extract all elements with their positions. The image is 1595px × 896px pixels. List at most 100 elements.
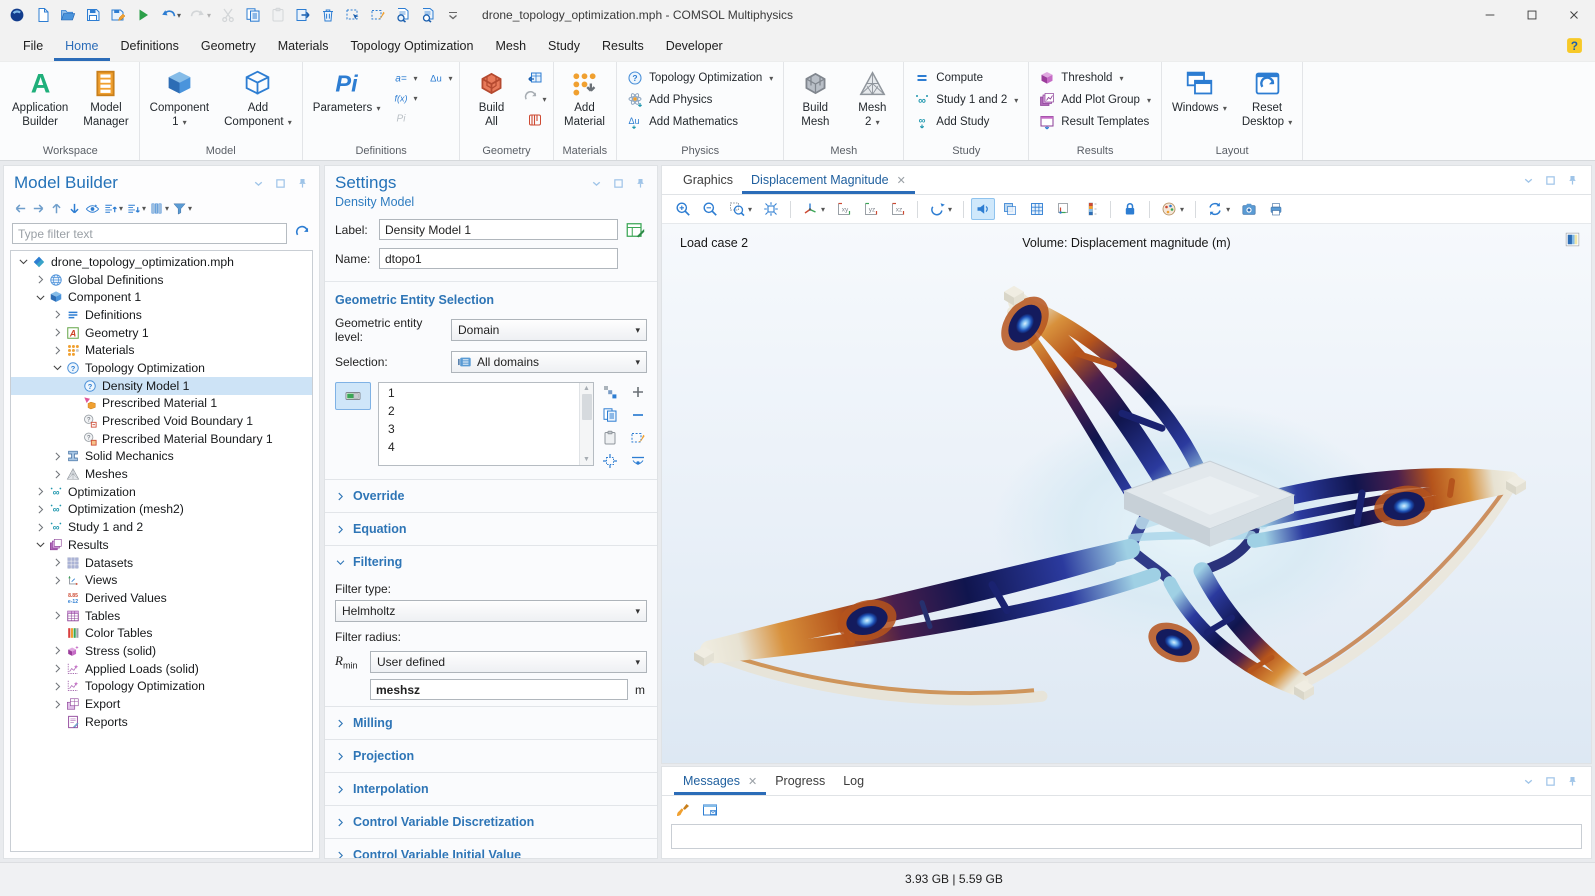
tree-item-geometry-1[interactable]: AGeometry 1: [11, 324, 312, 342]
tree-item-results[interactable]: Results: [11, 536, 312, 554]
a-eq-button[interactable]: a=▾: [392, 70, 417, 86]
show-axes-button[interactable]: [1052, 198, 1076, 220]
tree-item-drone-topology-optimization-mph[interactable]: drone_topology_optimization.mph: [11, 253, 312, 271]
menu-tab-file[interactable]: File: [12, 32, 54, 61]
new-file-button[interactable]: [31, 3, 55, 27]
domain-list-scrollbar[interactable]: ▲ ▼: [579, 383, 593, 465]
add-physics-button[interactable]: Add Physics: [622, 90, 778, 110]
update-plot-button[interactable]: ▾: [1203, 198, 1234, 220]
graphics-tab-displacement-magnitude[interactable]: Displacement Magnitude✕: [742, 167, 915, 194]
sel-clear-button[interactable]: [629, 430, 647, 446]
messages-tab-log[interactable]: Log: [834, 768, 873, 795]
close-button[interactable]: [1553, 0, 1595, 30]
section-projection[interactable]: Projection: [325, 739, 657, 772]
tree-item-derived-values[interactable]: 8.85e-12Derived Values: [11, 589, 312, 607]
plot-settings-icon[interactable]: [1564, 231, 1581, 248]
section-milling[interactable]: Milling: [325, 706, 657, 739]
tree-expand-icon[interactable]: [34, 521, 47, 534]
tree-collapse-icon[interactable]: [34, 538, 47, 551]
sel-zoomto-button[interactable]: [601, 453, 619, 469]
save-button[interactable]: [81, 3, 105, 27]
virtual-ops-button[interactable]: [527, 112, 543, 128]
paste-button[interactable]: [266, 3, 290, 27]
zoom-in-button[interactable]: [671, 198, 695, 220]
save-as-button[interactable]: [106, 3, 130, 27]
tree-expand-icon[interactable]: [34, 273, 47, 286]
clear-marquee-button[interactable]: [366, 3, 390, 27]
domain-list-item[interactable]: 3: [379, 421, 579, 439]
graphics-tab-graphics[interactable]: Graphics: [674, 167, 742, 194]
selection-dropdown[interactable]: All domains ▾: [451, 351, 647, 373]
model-manager-button[interactable]: ModelManager: [76, 64, 135, 145]
component-1-button[interactable]: Component1 ▾: [143, 64, 216, 145]
more-chevron-button[interactable]: [441, 3, 465, 27]
rename-icon[interactable]: [625, 220, 647, 240]
redo-button[interactable]: ▾: [186, 3, 215, 27]
find-button[interactable]: [391, 3, 415, 27]
tree-item-optimization[interactable]: ∞Optimization: [11, 483, 312, 501]
import-geometry-button[interactable]: [527, 70, 543, 86]
mail-table-button[interactable]: [701, 801, 719, 819]
delete-button[interactable]: [316, 3, 340, 27]
study-1-and-2-button[interactable]: ∞Study 1 and 2▾: [909, 90, 1023, 110]
menu-tab-materials[interactable]: Materials: [267, 32, 340, 61]
tree-expand-icon[interactable]: [51, 556, 64, 569]
sel-new-button[interactable]: [601, 384, 619, 400]
move-down-button[interactable]: [66, 200, 83, 217]
add-material-button[interactable]: AddMaterial: [557, 64, 613, 145]
menu-tab-mesh[interactable]: Mesh: [484, 32, 537, 61]
refresh-icon[interactable]: [294, 225, 311, 242]
tree-item-color-tables[interactable]: Color Tables: [11, 624, 312, 642]
scroll-thumb[interactable]: [582, 394, 592, 420]
menu-tab-topology-optimization[interactable]: Topology Optimization: [339, 32, 484, 61]
result-templates-button[interactable]: Result Templates: [1034, 112, 1156, 132]
nav-forward-button[interactable]: [30, 200, 47, 217]
float-panel-icon[interactable]: [1544, 775, 1557, 788]
menu-tab-geometry[interactable]: Geometry: [190, 32, 267, 61]
view-xy-button[interactable]: xy: [832, 198, 856, 220]
tree-item-export[interactable]: Export: [11, 695, 312, 713]
move-up-button[interactable]: [48, 200, 65, 217]
f-x-button[interactable]: f(x)▾: [392, 90, 417, 106]
tree-item-prescribed-material-boundary-1[interactable]: ?Prescribed Material Boundary 1: [11, 430, 312, 448]
add-plot-group-button[interactable]: Add Plot Group▾: [1034, 90, 1156, 110]
section-control-variable-initial-value[interactable]: Control Variable Initial Value: [325, 838, 657, 858]
color-legend-button[interactable]: [1079, 198, 1103, 220]
view-yz-button[interactable]: yz: [859, 198, 883, 220]
cut-button[interactable]: [216, 3, 240, 27]
sel-remove-button[interactable]: [629, 407, 647, 423]
tree-item-stress-solid[interactable]: Stress (solid): [11, 642, 312, 660]
help-icon[interactable]: ?: [1566, 37, 1583, 54]
show-hide-button[interactable]: [84, 200, 101, 217]
tree-item-study-1-and-2[interactable]: ∞Study 1 and 2: [11, 518, 312, 536]
panel-menu-icon[interactable]: [252, 177, 265, 190]
undo-button[interactable]: ▾: [156, 3, 185, 27]
pin-panel-icon[interactable]: [634, 177, 647, 190]
column-settings-button[interactable]: ▾: [148, 200, 170, 217]
tree-expand-icon[interactable]: [51, 698, 64, 711]
menu-tab-home[interactable]: Home: [54, 32, 109, 61]
expand-all-button[interactable]: ▾: [125, 200, 147, 217]
tree-item-definitions[interactable]: Definitions: [11, 306, 312, 324]
parameters-button[interactable]: PiParameters ▾: [306, 64, 388, 145]
tree-item-tables[interactable]: Tables: [11, 607, 312, 625]
entity-level-dropdown[interactable]: Domain ▾: [451, 319, 647, 341]
tree-item-global-definitions[interactable]: Global Definitions: [11, 271, 312, 289]
section-control-variable-discretization[interactable]: Control Variable Discretization: [325, 805, 657, 838]
name-field-input[interactable]: [379, 248, 618, 269]
tree-item-materials[interactable]: Materials: [11, 341, 312, 359]
domain-list-item[interactable]: 2: [379, 403, 579, 421]
tree-item-density-model-1[interactable]: ?Density Model 1: [11, 377, 312, 395]
windows-button[interactable]: Windows ▾: [1165, 64, 1234, 145]
sel-hide-button[interactable]: [629, 453, 647, 469]
tree-expand-icon[interactable]: [51, 609, 64, 622]
section-filtering[interactable]: Filtering: [325, 545, 657, 578]
sel-paste-button[interactable]: [601, 430, 619, 446]
messages-tab-messages[interactable]: Messages✕: [674, 768, 766, 795]
section-equation[interactable]: Equation: [325, 512, 657, 545]
pi-gray-button[interactable]: Pi: [392, 110, 417, 126]
run-button[interactable]: [131, 3, 155, 27]
tree-item-prescribed-material-1[interactable]: Prescribed Material 1: [11, 395, 312, 413]
menu-tab-definitions[interactable]: Definitions: [110, 32, 190, 61]
scroll-down-icon[interactable]: ▼: [583, 456, 590, 463]
